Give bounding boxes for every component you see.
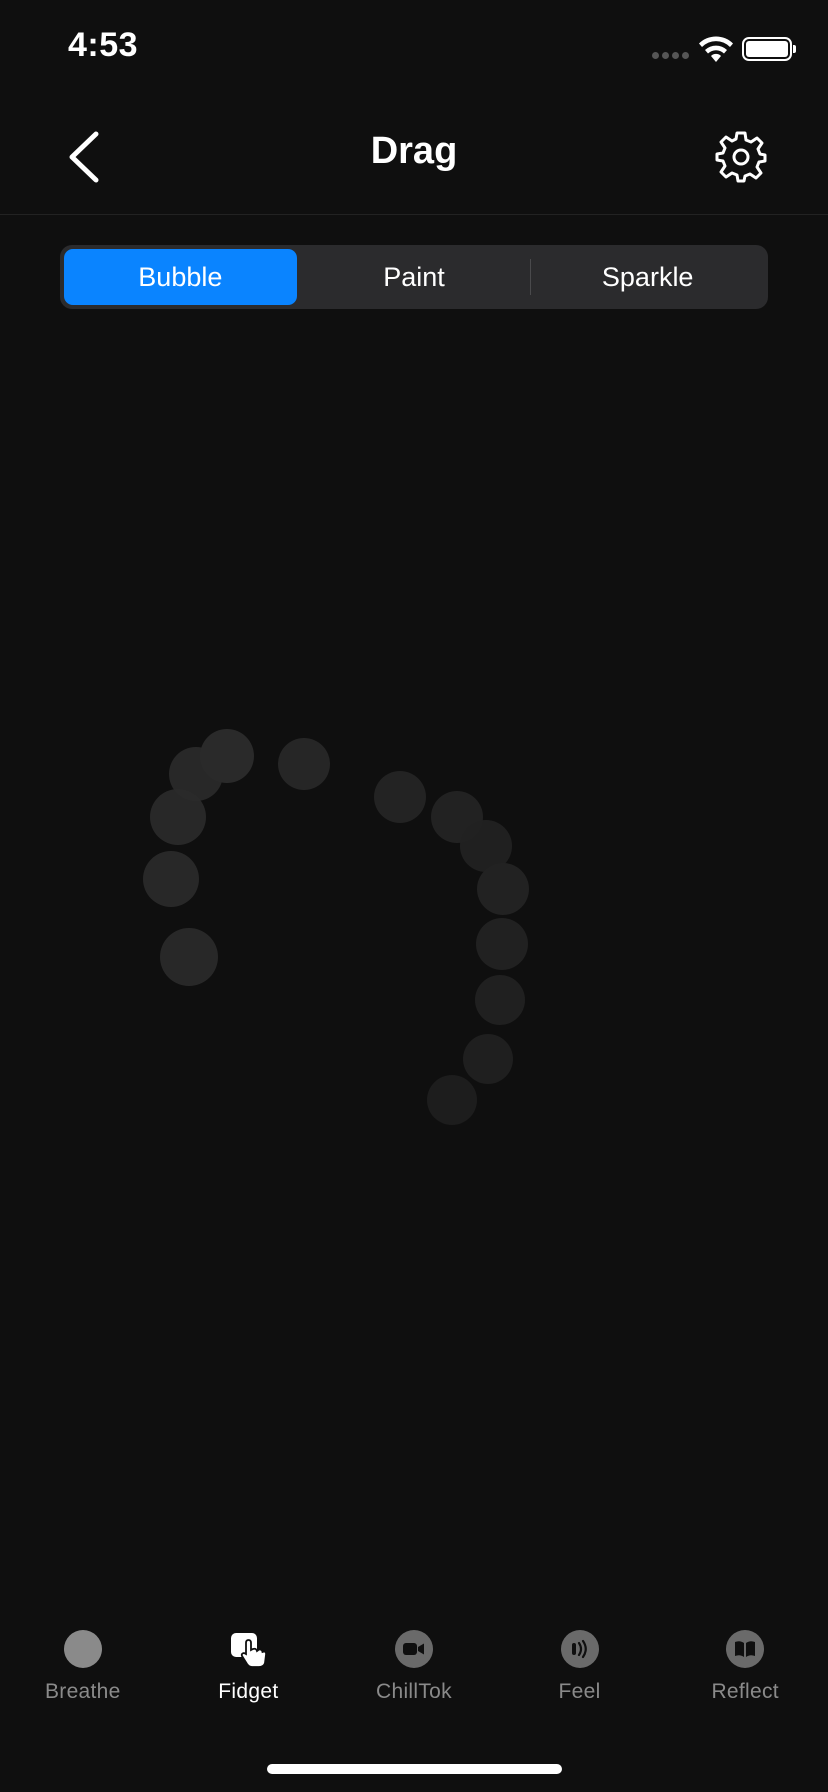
vibration-glyph bbox=[571, 1639, 587, 1659]
cellular-signal-icon bbox=[652, 52, 689, 59]
bubble-canvas[interactable] bbox=[0, 330, 828, 1590]
mode-segmented-control: Bubble Paint Sparkle bbox=[60, 245, 768, 309]
tab-bar: Breathe Fidget ChillTok Feel Reflect bbox=[0, 1630, 828, 1740]
hand-tap-icon bbox=[231, 1633, 268, 1668]
bubble bbox=[427, 1075, 477, 1125]
bubble bbox=[374, 771, 426, 823]
page-title: Drag bbox=[370, 130, 458, 172]
bubble bbox=[475, 975, 525, 1025]
status-time: 4:53 bbox=[68, 26, 139, 64]
bubble bbox=[143, 851, 199, 907]
book-icon bbox=[726, 1630, 765, 1668]
tab-label: Reflect bbox=[711, 1680, 779, 1703]
circle-icon bbox=[63, 1630, 102, 1668]
tab-label: Fidget bbox=[218, 1680, 279, 1703]
tab-label: Breathe bbox=[44, 1680, 121, 1703]
home-indicator[interactable] bbox=[267, 1764, 562, 1774]
screen: 4:53 Drag Bubble Paint Sparkle Breathe F… bbox=[0, 0, 828, 1792]
bubble bbox=[463, 1034, 513, 1084]
tab-reflect[interactable]: Reflect bbox=[662, 1630, 828, 1740]
battery-icon bbox=[742, 37, 796, 61]
segment-sparkle[interactable]: Sparkle bbox=[531, 249, 764, 305]
bubble bbox=[278, 738, 330, 790]
book-glyph bbox=[735, 1641, 756, 1657]
tab-breathe[interactable]: Breathe bbox=[0, 1630, 166, 1740]
segment-bubble[interactable]: Bubble bbox=[64, 249, 297, 305]
segment-paint[interactable]: Paint bbox=[298, 249, 531, 305]
bubble bbox=[160, 928, 218, 986]
video-camera-icon bbox=[394, 1630, 433, 1668]
vibration-icon bbox=[560, 1630, 599, 1668]
wifi-icon bbox=[699, 36, 733, 62]
tab-feel[interactable]: Feel bbox=[497, 1630, 663, 1740]
bubble bbox=[477, 863, 529, 915]
bubble bbox=[476, 918, 528, 970]
video-camera-glyph bbox=[402, 1643, 424, 1655]
tab-label: Feel bbox=[558, 1680, 601, 1703]
tab-label: ChillTok bbox=[376, 1680, 452, 1703]
gear-icon[interactable] bbox=[714, 130, 768, 184]
bubble bbox=[150, 789, 206, 845]
tab-fidget[interactable]: Fidget bbox=[166, 1630, 332, 1740]
nav-divider bbox=[0, 214, 828, 215]
tab-chilltok[interactable]: ChillTok bbox=[331, 1630, 497, 1740]
